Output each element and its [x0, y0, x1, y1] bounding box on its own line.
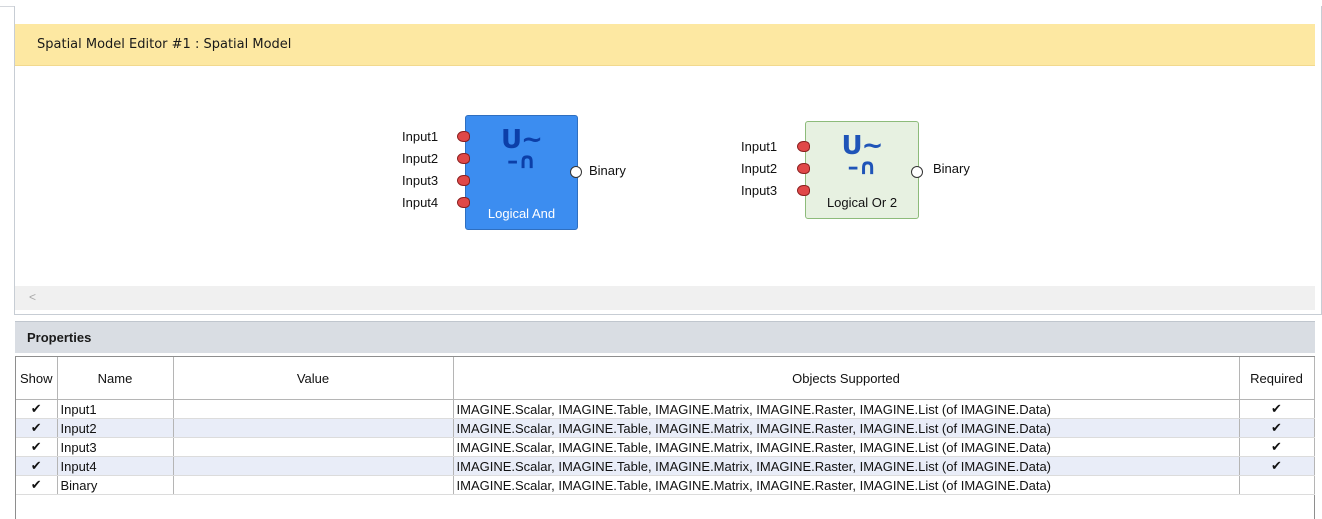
port-label: Binary — [933, 161, 970, 176]
input-port[interactable] — [797, 185, 810, 196]
app-window: Spatial Model Editor #1 : Spatial Model … — [0, 0, 1322, 519]
model-canvas[interactable] — [15, 66, 1315, 286]
objects-supported: IMAGINE.Scalar, IMAGINE.Table, IMAGINE.M… — [453, 437, 1240, 457]
column-header-required[interactable]: Required — [1239, 357, 1315, 400]
show-checkbox[interactable]: ✔ — [16, 475, 58, 495]
value-cell[interactable] — [173, 437, 454, 457]
input-port[interactable] — [797, 163, 810, 174]
required-mark: ✔ — [1239, 399, 1315, 419]
value-cell[interactable] — [173, 399, 454, 419]
table-row[interactable]: ✔ Input3 IMAGINE.Scalar, IMAGINE.Table, … — [16, 437, 1315, 457]
value-cell[interactable] — [173, 475, 454, 495]
table-row[interactable]: ✔ Input2 IMAGINE.Scalar, IMAGINE.Table, … — [16, 418, 1315, 438]
editor-title: Spatial Model Editor #1 : Spatial Model — [37, 37, 292, 52]
editor-title-bar: Spatial Model Editor #1 : Spatial Model — [15, 24, 1315, 66]
scroll-left-icon[interactable]: < — [29, 290, 36, 304]
row-name: Binary — [57, 475, 174, 495]
required-mark: ✔ — [1239, 456, 1315, 476]
properties-table: Show Name Value Objects Supported Requir… — [16, 357, 1315, 495]
port-label: Input3 — [741, 183, 778, 198]
required-mark: ✔ — [1239, 418, 1315, 438]
port-label: Input1 — [402, 129, 439, 144]
table-row[interactable]: ✔ Input1 IMAGINE.Scalar, IMAGINE.Table, … — [16, 399, 1315, 419]
input-port[interactable] — [457, 153, 470, 164]
input-port[interactable] — [457, 175, 470, 186]
logical-and-node[interactable]: U~ –∩ Logical And — [465, 115, 578, 230]
logical-operator-icon-lower: –∩ — [507, 149, 536, 174]
value-cell[interactable] — [173, 456, 454, 476]
show-checkbox[interactable]: ✔ — [16, 456, 58, 476]
port-label: Input3 — [402, 173, 439, 188]
row-name: Input2 — [57, 418, 174, 438]
column-header-name[interactable]: Name — [57, 357, 174, 400]
table-row[interactable]: ✔ Input4 IMAGINE.Scalar, IMAGINE.Table, … — [16, 456, 1315, 476]
port-label: Input2 — [402, 151, 439, 166]
properties-title: Properties — [27, 330, 92, 345]
table-header-row: Show Name Value Objects Supported Requir… — [16, 357, 1315, 400]
required-mark: ✔ — [1239, 437, 1315, 457]
input-port[interactable] — [797, 141, 810, 152]
objects-supported: IMAGINE.Scalar, IMAGINE.Table, IMAGINE.M… — [453, 399, 1240, 419]
logical-or-node[interactable]: U~ –∩ Logical Or 2 — [805, 121, 919, 219]
objects-supported: IMAGINE.Scalar, IMAGINE.Table, IMAGINE.M… — [453, 418, 1240, 438]
column-header-show[interactable]: Show — [16, 357, 58, 400]
output-port[interactable] — [911, 166, 923, 178]
properties-grid[interactable]: Show Name Value Objects Supported Requir… — [15, 356, 1315, 519]
show-checkbox[interactable]: ✔ — [16, 437, 58, 457]
objects-supported: IMAGINE.Scalar, IMAGINE.Table, IMAGINE.M… — [453, 456, 1240, 476]
column-header-objects[interactable]: Objects Supported — [453, 357, 1240, 400]
port-label: Input4 — [402, 195, 439, 210]
properties-header: Properties — [15, 321, 1315, 353]
column-header-value[interactable]: Value — [173, 357, 454, 400]
row-name: Input3 — [57, 437, 174, 457]
node-label: Logical Or 2 — [826, 195, 898, 210]
horizontal-scrollbar[interactable]: < — [15, 286, 1315, 310]
input-port[interactable] — [457, 131, 470, 142]
output-port[interactable] — [570, 166, 582, 178]
row-name: Input1 — [57, 399, 174, 419]
logical-operator-icon-lower: –∩ — [847, 155, 877, 180]
node-label: Logical And — [487, 206, 556, 221]
objects-supported: IMAGINE.Scalar, IMAGINE.Table, IMAGINE.M… — [453, 475, 1240, 495]
table-row[interactable]: ✔ Binary IMAGINE.Scalar, IMAGINE.Table, … — [16, 475, 1315, 495]
port-label: Input2 — [741, 161, 778, 176]
show-checkbox[interactable]: ✔ — [16, 418, 58, 438]
input-port[interactable] — [457, 197, 470, 208]
row-name: Input4 — [57, 456, 174, 476]
port-label: Binary — [589, 163, 626, 178]
required-mark — [1239, 475, 1315, 495]
show-checkbox[interactable]: ✔ — [16, 399, 58, 419]
port-label: Input1 — [741, 139, 778, 154]
value-cell[interactable] — [173, 418, 454, 438]
